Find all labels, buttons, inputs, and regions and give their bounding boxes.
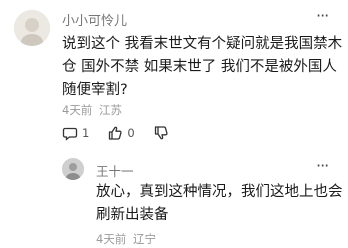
reply-line: 刷新出装备 [96,207,169,223]
comment-time: 4天前 [62,103,93,117]
reply-count: 1 [82,126,90,140]
replier-avatar[interactable] [62,158,84,180]
reply-button[interactable]: 1 [62,125,89,141]
comment-meta: 4天前 江苏 [62,102,125,118]
avatar-image-icon [62,158,84,180]
comment-line: 说到这个 我看末世文有个疑问就是我国禁木 [62,36,343,52]
comment-bubble-icon [62,127,78,141]
like-count: 0 [127,126,135,140]
reply-meta: 4天前 辽宁 [96,231,159,247]
like-button[interactable]: 0 [107,125,135,141]
comment-actions: 1 0 [62,125,187,141]
reply-time: 4天前 [96,232,127,246]
comment-line: 仓 国外不禁 如果末世了 我们不是被外国人 [62,59,337,75]
comment-line: 随便宰割? [62,82,128,98]
replier-name[interactable]: 王十一 [96,161,134,180]
comment-location: 江苏 [98,103,122,117]
avatar-image-icon [14,10,50,46]
thumbs-down-icon [154,126,168,140]
commenter-name[interactable]: 小小可怜儿 [62,10,127,29]
dislike-button[interactable] [153,125,169,141]
reply-line: 放心，真到这种情况，我们这地上也会 [96,184,343,200]
comment-more-button[interactable]: ··· [316,8,329,24]
reply-more-button[interactable]: ··· [316,158,329,174]
commenter-avatar[interactable] [14,10,50,46]
thumbs-up-icon [109,126,122,140]
reply-location: 辽宁 [132,232,156,246]
